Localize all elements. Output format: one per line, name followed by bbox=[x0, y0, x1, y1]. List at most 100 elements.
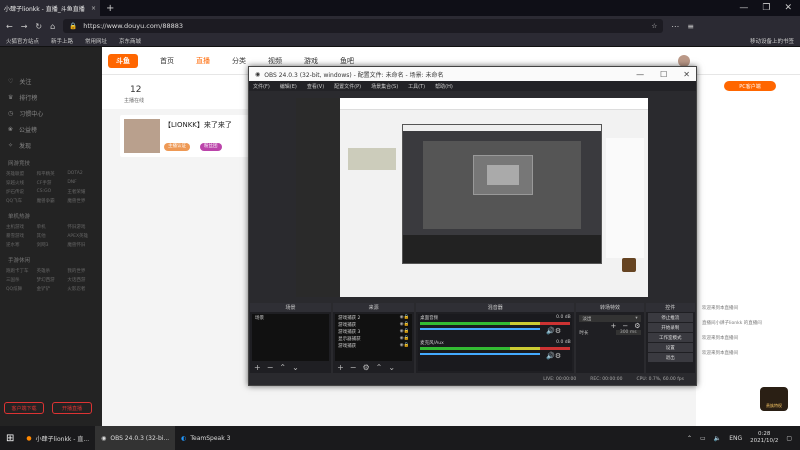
stop-streaming-button[interactable]: 停止推流 bbox=[647, 313, 694, 322]
bookmark-item[interactable]: 常用网址 bbox=[85, 37, 107, 45]
game-category-link[interactable]: QQ飞车 bbox=[6, 198, 35, 204]
exit-button[interactable]: 退出 bbox=[647, 353, 694, 362]
close-button[interactable]: ✕ bbox=[784, 3, 792, 13]
sidebar-item-rank[interactable]: ♛ 排行榜 bbox=[0, 89, 102, 105]
remove-icon[interactable]: − bbox=[350, 363, 357, 372]
game-category-link[interactable]: 和平精英 bbox=[37, 171, 66, 177]
nav-video[interactable]: 视频 bbox=[268, 56, 282, 66]
game-category-link[interactable]: 主机游戏 bbox=[6, 224, 35, 230]
home-icon[interactable]: ⌂ bbox=[50, 22, 55, 31]
game-category-link[interactable]: 怀旧游戏 bbox=[67, 224, 96, 230]
bookmark-star-icon[interactable]: ☆ bbox=[651, 22, 657, 30]
address-bar[interactable]: 🔒 https://www.douyu.com/88883 ☆ bbox=[63, 19, 664, 33]
sidebar-item-charity[interactable]: ❀ 公益榜 bbox=[0, 121, 102, 137]
game-category-link[interactable]: 金铲铲 bbox=[37, 286, 66, 292]
start-button[interactable]: ⊞ bbox=[0, 426, 20, 450]
new-tab-button[interactable]: + bbox=[106, 3, 114, 14]
game-category-link[interactable]: 魔兽怀旧 bbox=[67, 242, 96, 248]
language-indicator[interactable]: ENG bbox=[729, 435, 742, 442]
obs-maximize-button[interactable]: ☐ bbox=[660, 70, 667, 79]
sidebar-item-discover[interactable]: ✧ 发现 bbox=[0, 137, 102, 153]
game-category-link[interactable]: 魔兽世界 bbox=[67, 198, 96, 204]
obs-minimize-button[interactable]: — bbox=[636, 70, 644, 79]
down-icon[interactable]: ⌄ bbox=[292, 363, 299, 372]
extensions-icon[interactable]: ⋯ bbox=[671, 22, 679, 31]
network-icon[interactable]: ▭ bbox=[700, 435, 706, 442]
game-category-link[interactable]: 其他 bbox=[37, 233, 66, 239]
game-category-link[interactable]: 火影忍者 bbox=[67, 286, 96, 292]
minimize-button[interactable]: — bbox=[739, 3, 748, 13]
maximize-button[interactable]: ❐ bbox=[762, 3, 770, 13]
mobile-bookmarks[interactable]: 移动设备上的书签 bbox=[750, 37, 794, 45]
chevron-up-icon[interactable]: ⌃ bbox=[687, 435, 692, 442]
streamer-card[interactable]: 【LIONKK】来了来了 主播认证 粉丝团 bbox=[120, 115, 250, 157]
game-category-link[interactable]: 英雄杀 bbox=[37, 268, 66, 274]
game-category-link[interactable]: DNF bbox=[67, 180, 96, 186]
nav-fishbar[interactable]: 鱼吧 bbox=[340, 56, 354, 66]
bookmark-item[interactable]: 新手上路 bbox=[51, 37, 73, 45]
volume-slider[interactable] bbox=[420, 328, 541, 330]
game-category-link[interactable]: 炉石传说 bbox=[6, 189, 35, 195]
start-live-button[interactable]: 开播直播 bbox=[52, 402, 92, 414]
obs-preview[interactable] bbox=[296, 98, 648, 297]
noble-badge[interactable]: 贵族特权 bbox=[760, 387, 788, 411]
menu-icon[interactable]: ≡ bbox=[687, 22, 694, 31]
notification-icon[interactable]: ▢ bbox=[786, 435, 792, 442]
duration-input[interactable]: 300 ms bbox=[615, 330, 641, 335]
source-item[interactable]: 游戏捕获 3 ◉🔒 bbox=[335, 328, 412, 335]
gear-icon[interactable]: ⚙ bbox=[362, 363, 369, 372]
game-category-link[interactable]: 大话西游 bbox=[67, 277, 96, 283]
pc-client-button[interactable]: PC客户端 bbox=[724, 81, 776, 91]
menu-scene-collection[interactable]: 场景集合(S) bbox=[371, 83, 398, 90]
down-icon[interactable]: ⌄ bbox=[388, 363, 395, 372]
add-icon[interactable]: + bbox=[254, 363, 261, 372]
gear-icon[interactable]: ⚙ bbox=[634, 322, 640, 330]
menu-tools[interactable]: 工具(T) bbox=[408, 83, 425, 90]
remove-icon[interactable]: − bbox=[267, 363, 274, 372]
clock[interactable]: 0:28 2021/10/2 bbox=[750, 431, 778, 445]
up-icon[interactable]: ⌃ bbox=[376, 363, 383, 372]
game-category-link[interactable]: 暴雪游戏 bbox=[6, 233, 35, 239]
game-category-link[interactable]: CF手游 bbox=[37, 180, 66, 186]
eye-lock-icon[interactable]: ◉🔒 bbox=[400, 343, 410, 348]
game-category-link[interactable]: 英雄联盟 bbox=[6, 171, 35, 177]
eye-lock-icon[interactable]: ◉🔒 bbox=[400, 315, 410, 320]
tab-close-icon[interactable]: × bbox=[91, 5, 96, 12]
taskbar-app-teamspeak[interactable]: ◐ TeamSpeak 3 bbox=[175, 426, 236, 450]
game-category-link[interactable]: DOTA2 bbox=[67, 171, 96, 177]
nav-games[interactable]: 游戏 bbox=[304, 56, 318, 66]
eye-lock-icon[interactable]: ◉🔒 bbox=[400, 322, 410, 327]
game-category-link[interactable]: 剑网3 bbox=[37, 242, 66, 248]
game-category-link[interactable]: 跑跑卡丁车 bbox=[6, 268, 35, 274]
game-category-link[interactable]: QQ炫舞 bbox=[6, 286, 35, 292]
menu-view[interactable]: 查看(V) bbox=[307, 83, 324, 90]
menu-help[interactable]: 帮助(H) bbox=[435, 83, 453, 90]
fan-club-tag[interactable]: 粉丝团 bbox=[200, 143, 222, 151]
nav-live[interactable]: 直播 bbox=[196, 56, 210, 66]
bookmark-item[interactable]: 京东商城 bbox=[119, 37, 141, 45]
taskbar-app-obs[interactable]: ◉ OBS 24.0.3 (32-bi... bbox=[95, 426, 176, 450]
speaker-icon[interactable]: 🔊⚙ bbox=[546, 327, 561, 335]
bookmark-item[interactable]: 火狐官方站点 bbox=[6, 37, 39, 45]
menu-profile[interactable]: 配置文件(P) bbox=[334, 83, 361, 90]
game-category-link[interactable]: 穿越火线 bbox=[6, 180, 35, 186]
scene-item[interactable]: 场景 bbox=[252, 314, 329, 321]
room-tag[interactable]: 主播认证 bbox=[164, 143, 190, 151]
volume-slider[interactable] bbox=[420, 353, 541, 355]
game-category-link[interactable]: 逆水寒 bbox=[6, 242, 35, 248]
nav-category[interactable]: 分类 bbox=[232, 56, 246, 66]
menu-edit[interactable]: 编辑(E) bbox=[280, 83, 297, 90]
sidebar-item-follow[interactable]: ♡ 关注 bbox=[0, 73, 102, 89]
game-category-link[interactable]: CS:GO bbox=[37, 189, 66, 195]
add-icon[interactable]: + bbox=[611, 322, 617, 330]
obs-close-button[interactable]: ✕ bbox=[683, 70, 690, 79]
source-item[interactable]: 游戏捕获 ◉🔒 bbox=[335, 342, 412, 349]
source-item[interactable]: 游戏捕获 2 ◉🔒 bbox=[335, 314, 412, 321]
reload-icon[interactable]: ↻ bbox=[35, 22, 42, 31]
site-logo[interactable]: 斗鱼 bbox=[108, 53, 138, 68]
game-category-link[interactable]: 魔兽争霸 bbox=[37, 198, 66, 204]
add-icon[interactable]: + bbox=[337, 363, 344, 372]
download-client-button[interactable]: 客户端下载 bbox=[4, 402, 44, 414]
eye-lock-icon[interactable]: ◉🔒 bbox=[400, 329, 410, 334]
source-item[interactable]: 显示器捕获 ◉🔒 bbox=[335, 335, 412, 342]
